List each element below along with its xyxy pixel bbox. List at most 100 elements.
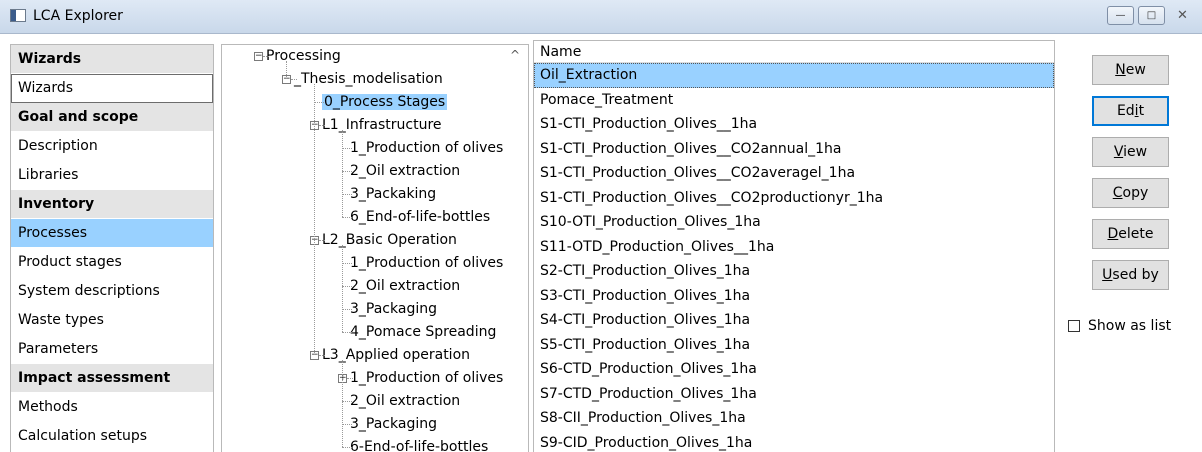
list-item[interactable]: S8-CII_Production_Olives_1ha bbox=[534, 406, 1054, 431]
tree-connector bbox=[291, 79, 297, 80]
tree-node[interactable]: Processing bbox=[266, 45, 341, 68]
maximize-icon: □ bbox=[1146, 10, 1157, 21]
tree-node[interactable]: 1_Production of olives bbox=[350, 367, 503, 390]
tree-node[interactable]: 0_Process Stages bbox=[322, 91, 448, 114]
list-item[interactable]: S10-OTI_Production_Olives_1ha bbox=[534, 210, 1054, 235]
tree-connector bbox=[319, 125, 325, 126]
tree-node-label: 1_Production of olives bbox=[350, 370, 504, 386]
tree-connector bbox=[342, 424, 352, 425]
window-controls: — □ ✕ bbox=[1107, 6, 1196, 25]
nav-section-header: Goal and scope bbox=[11, 103, 213, 132]
nav-item[interactable]: Methods bbox=[11, 393, 213, 422]
nav-item[interactable]: Product stages bbox=[11, 248, 213, 277]
list-item[interactable]: S7-CTD_Production_Olives_1ha bbox=[534, 382, 1054, 407]
tree-node[interactable]: 3_Packaging bbox=[350, 298, 437, 321]
list-item[interactable]: S9-CID_Production_Olives_1ha bbox=[534, 431, 1054, 452]
tree-connector bbox=[314, 84, 315, 355]
button-label-part: t bbox=[1138, 103, 1145, 119]
tree-connector bbox=[286, 61, 287, 79]
list-item[interactable]: S1-CTI_Production_Olives__CO2averagel_1h… bbox=[534, 161, 1054, 186]
list-item[interactable]: S2-CTI_Production_Olives_1ha bbox=[534, 259, 1054, 284]
column-header-name[interactable]: Name bbox=[534, 41, 1054, 63]
window-title: LCA Explorer bbox=[33, 8, 123, 24]
edit-button[interactable]: Edit bbox=[1092, 96, 1169, 126]
tree-node[interactable]: 6_End-of-life-bottles bbox=[350, 206, 490, 229]
tree-connector bbox=[342, 148, 352, 149]
nav-section-header: Wizards bbox=[11, 45, 213, 74]
tree-connector bbox=[319, 355, 325, 356]
nav-item[interactable]: Calculation setups bbox=[11, 422, 213, 451]
list-item[interactable]: S1-CTI_Production_Olives__CO2annual_1ha bbox=[534, 137, 1054, 162]
tree-node[interactable]: 6-End-of-life-bottles bbox=[350, 436, 488, 452]
minimize-button[interactable]: — bbox=[1107, 6, 1134, 25]
nav-item[interactable]: Libraries bbox=[11, 161, 213, 190]
tree-connector bbox=[342, 130, 343, 217]
nav-item[interactable]: Processes bbox=[11, 219, 213, 248]
list-item[interactable]: Pomace_Treatment bbox=[534, 88, 1054, 113]
tree-node[interactable]: 1_Production of olives bbox=[350, 137, 503, 160]
tree-node-label: 4_Pomace Spreading bbox=[350, 324, 497, 340]
show-as-list-checkbox[interactable] bbox=[1068, 320, 1080, 332]
list-item[interactable]: S11-OTD_Production_Olives__1ha bbox=[534, 235, 1054, 260]
nav-item[interactable]: Wizards bbox=[11, 74, 213, 103]
process-list[interactable]: Name Oil_Extraction Pomace_Treatment S1-CT… bbox=[533, 40, 1055, 452]
tree-node[interactable]: _Thesis_modelisation bbox=[294, 68, 443, 91]
list-item[interactable]: S4-CTI_Production_Olives_1ha bbox=[534, 308, 1054, 333]
button-label-part: opy bbox=[1122, 185, 1149, 201]
show-as-list-label: Show as list bbox=[1088, 318, 1172, 334]
nav-section-header: Inventory bbox=[11, 190, 213, 219]
list-item[interactable]: S1-CTI_Production_Olives__CO2productiony… bbox=[534, 186, 1054, 211]
tree-node[interactable]: 3_Packaging bbox=[350, 413, 437, 436]
title-bar: LCA Explorer — □ ✕ bbox=[0, 0, 1202, 34]
nav-item[interactable]: Description bbox=[11, 132, 213, 161]
list-item[interactable]: S5-CTI_Production_Olives_1ha bbox=[534, 333, 1054, 358]
list-item[interactable]: S3-CTI_Production_Olives_1ha bbox=[534, 284, 1054, 309]
tree-node-label: 6-End-of-life-bottles bbox=[350, 439, 489, 452]
tree-connector bbox=[342, 401, 352, 402]
tree-node[interactable]: 3_Packaking bbox=[350, 183, 436, 206]
tree-connector bbox=[342, 309, 352, 310]
list-item[interactable]: Oil_Extraction bbox=[534, 63, 1054, 88]
tree-connector bbox=[342, 263, 352, 264]
tree-node-label: 1_Production of olives bbox=[350, 255, 504, 271]
tree-node-label: 2_Oil extraction bbox=[350, 393, 461, 409]
tree-node-label: 2_Oil extraction bbox=[350, 278, 461, 294]
button-label-part: iew bbox=[1123, 144, 1148, 160]
nav-section-header: Impact assessment bbox=[11, 364, 213, 393]
list-item[interactable]: S1-CTI_Production_Olives__1ha bbox=[534, 112, 1054, 137]
tree-node[interactable]: L1_Infrastructure bbox=[322, 114, 442, 137]
tree-connector bbox=[342, 447, 352, 448]
nav-item[interactable]: Waste types bbox=[11, 306, 213, 335]
tree-connector bbox=[347, 378, 353, 379]
tree-connector bbox=[263, 56, 269, 57]
collapse-icon[interactable]: − bbox=[254, 52, 263, 61]
scroll-up-arrow-icon[interactable]: ^ bbox=[507, 47, 523, 63]
maximize-button[interactable]: □ bbox=[1138, 6, 1165, 25]
tree-node[interactable]: 2_Oil extraction bbox=[350, 275, 460, 298]
tree-connector bbox=[342, 194, 352, 195]
process-tree[interactable]: ^ Processing − _Thesis_modelisation −0_Proc… bbox=[221, 44, 529, 452]
button-access-key: V bbox=[1113, 144, 1124, 160]
tree-node-label: 0_Process Stages bbox=[322, 94, 448, 110]
tree-node[interactable]: 1_Production of olives bbox=[350, 252, 503, 275]
list-item[interactable]: S6-CTD_Production_Olives_1ha bbox=[534, 357, 1054, 382]
used-by-button[interactable]: Used by bbox=[1092, 260, 1169, 290]
copy-button[interactable]: Copy bbox=[1092, 178, 1169, 208]
tree-connector bbox=[342, 217, 352, 218]
tree-node[interactable]: 2_Oil extraction bbox=[350, 390, 460, 413]
tree-node[interactable]: 4_Pomace Spreading bbox=[350, 321, 496, 344]
new-button[interactable]: New bbox=[1092, 55, 1169, 85]
delete-button[interactable]: Delete bbox=[1092, 219, 1169, 249]
tree-connector bbox=[342, 332, 352, 333]
view-button[interactable]: View bbox=[1092, 137, 1169, 167]
nav-item[interactable]: System descriptions bbox=[11, 277, 213, 306]
button-label-part: elete bbox=[1118, 226, 1154, 242]
close-button[interactable]: ✕ bbox=[1169, 6, 1196, 25]
tree-node-label: 1_Production of olives bbox=[350, 140, 504, 156]
nav-item[interactable]: Parameters bbox=[11, 335, 213, 364]
tree-node[interactable]: L3_Applied operation bbox=[322, 344, 470, 367]
tree-node[interactable]: 2_Oil extraction bbox=[350, 160, 460, 183]
tree-connector bbox=[314, 102, 324, 103]
show-as-list-option[interactable]: Show as list bbox=[1068, 318, 1171, 334]
tree-node-label: 2_Oil extraction bbox=[350, 163, 461, 179]
